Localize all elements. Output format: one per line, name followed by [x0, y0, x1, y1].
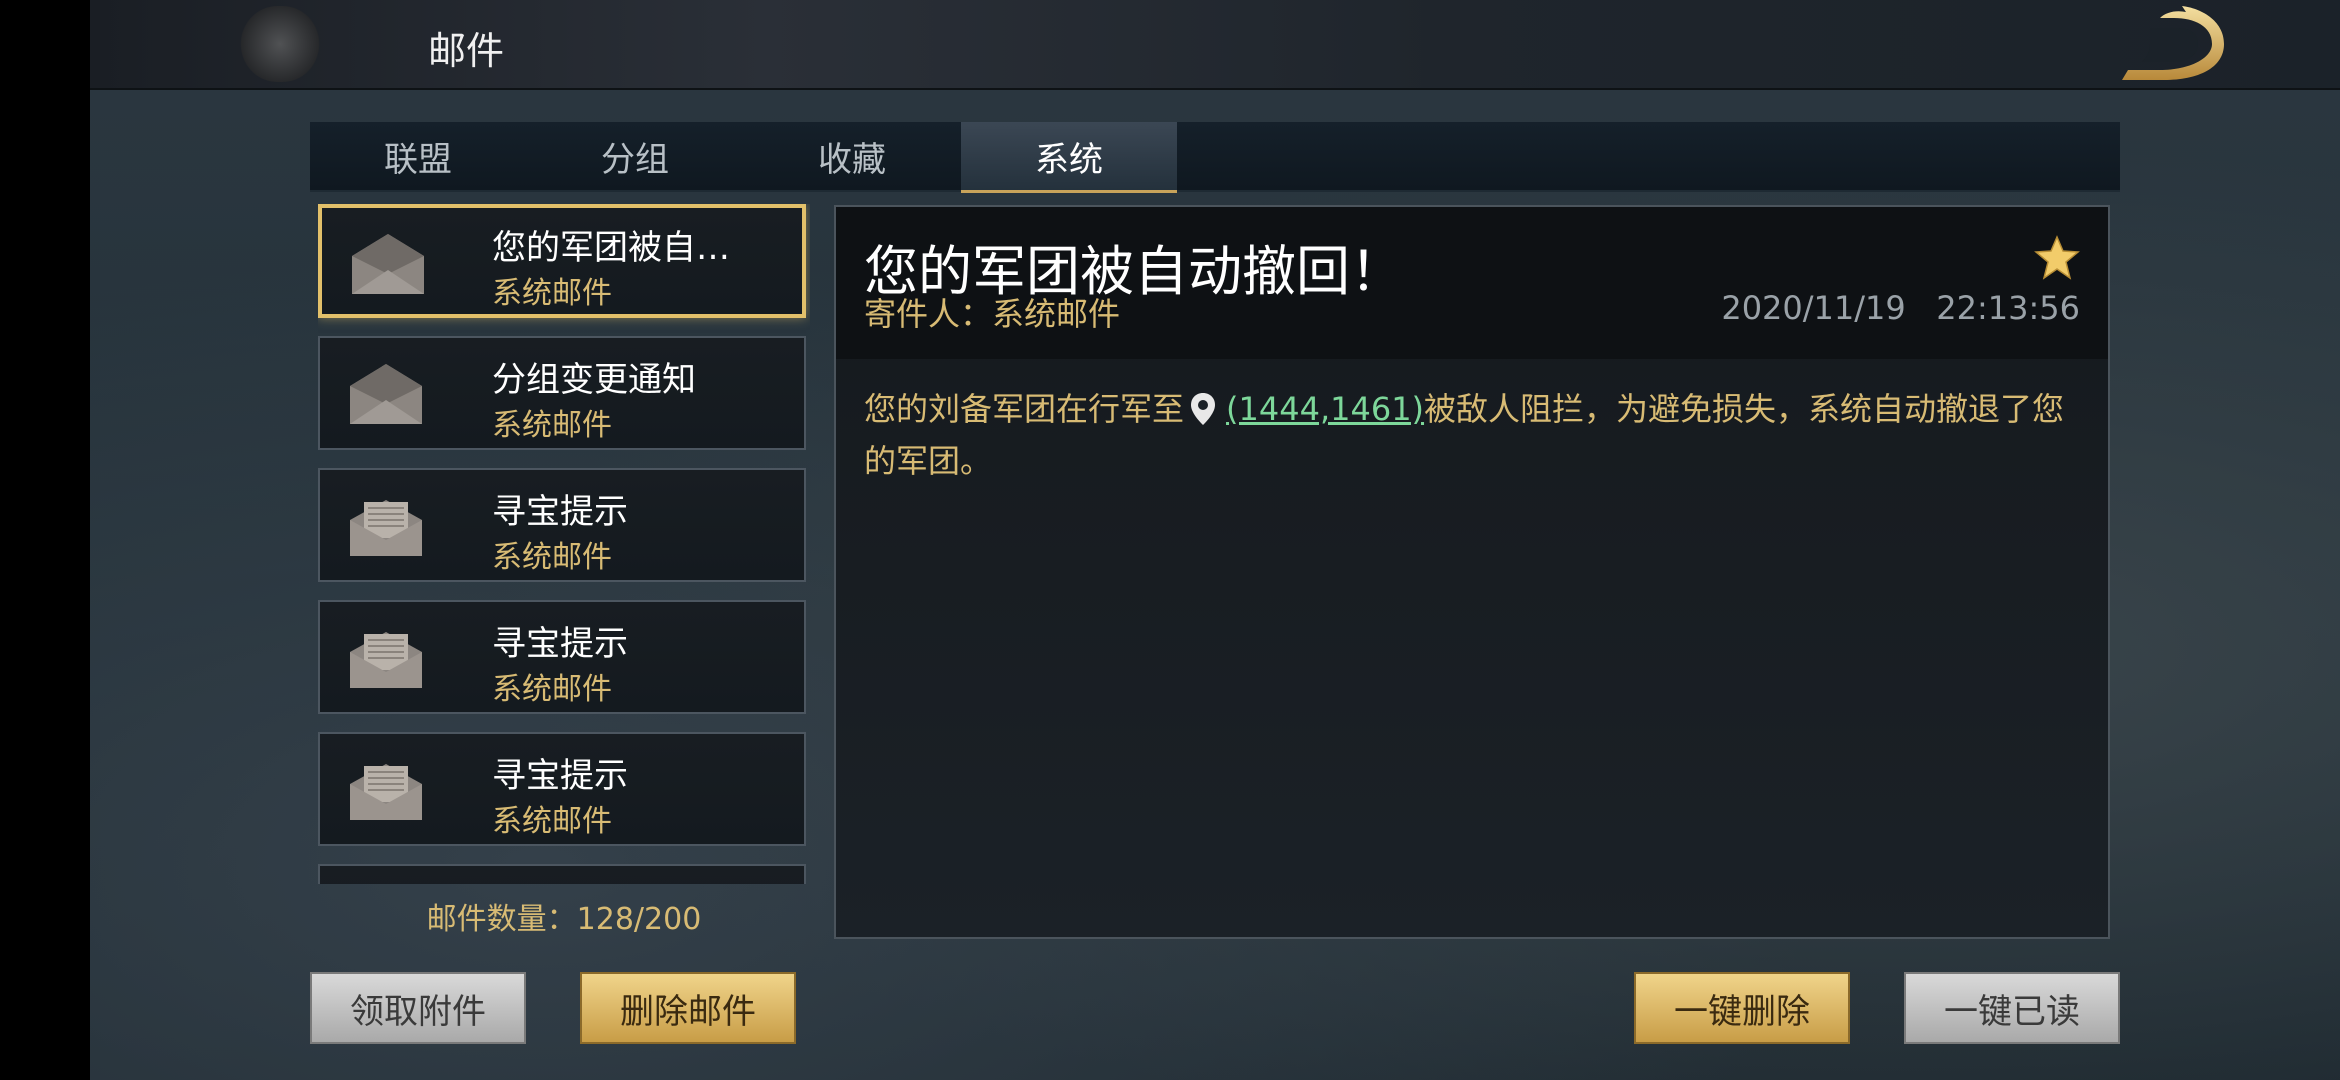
mail-tabs: 联盟 分组 收藏 系统: [310, 122, 2120, 193]
location-pin-icon: [1191, 393, 1216, 425]
open-envelope-icon: [350, 364, 422, 424]
tab-group[interactable]: 分组: [527, 122, 743, 190]
mail-detail-datetime: 2020/11/19 22:13:56: [1721, 289, 2080, 327]
mail-date: 2020/11/19: [1721, 289, 1906, 327]
mail-item[interactable]: 您的军团被自… 系统邮件: [318, 204, 806, 318]
mail-detail-body: 您的刘备军团在行军至 (1444,1461)被敌人阻拦，为避免损失，系统自动撤退…: [864, 383, 2084, 487]
mail-item[interactable]: 寻宝提示 系统邮件: [318, 600, 806, 714]
mail-detail-sender: 寄件人：系统邮件: [864, 295, 1121, 333]
left-black-bar: [0, 0, 90, 1080]
dragon-logo-icon[interactable]: [2120, 6, 2230, 82]
mail-sender: 系统邮件: [492, 804, 612, 839]
mail-detail-header: 您的军团被自动撤回！ 寄件人：系统邮件 2020/11/19 22:13:56: [836, 207, 2108, 359]
mail-title: 您的军团被自…: [492, 228, 730, 268]
mail-sender: 系统邮件: [492, 276, 612, 311]
tab-system[interactable]: 系统: [961, 122, 1177, 193]
star-icon[interactable]: [2034, 235, 2080, 281]
mail-item-partial[interactable]: [318, 864, 806, 884]
mail-list[interactable]: 您的军团被自… 系统邮件 分组变更通知 系统邮件 寻宝提示 系统邮件 寻宝提示 …: [318, 204, 810, 884]
tab-alliance[interactable]: 联盟: [310, 122, 526, 190]
mail-count: 邮件数量：128/200: [426, 902, 702, 937]
mail-item[interactable]: 分组变更通知 系统邮件: [318, 336, 806, 450]
mail-item[interactable]: 寻宝提示 系统邮件: [318, 732, 806, 846]
header-emblem: [240, 6, 320, 82]
mail-detail-panel: 您的军团被自动撤回！ 寄件人：系统邮件 2020/11/19 22:13:56 …: [834, 205, 2110, 939]
mail-title: 寻宝提示: [492, 492, 628, 532]
delete-all-button[interactable]: 一键删除: [1634, 972, 1850, 1044]
mail-sender: 系统邮件: [492, 672, 612, 707]
envelope-with-letter-icon: [350, 764, 422, 820]
read-all-button[interactable]: 一键已读: [1904, 972, 2120, 1044]
envelope-with-letter-icon: [350, 632, 422, 688]
page-title: 邮件: [428, 29, 505, 73]
mail-body-text-before: 您的刘备军团在行军至: [864, 390, 1185, 428]
tab-favorites[interactable]: 收藏: [744, 122, 960, 190]
claim-attachments-button[interactable]: 领取附件: [310, 972, 526, 1044]
mail-time: 22:13:56: [1936, 289, 2080, 327]
mail-title: 分组变更通知: [492, 360, 696, 400]
top-header: 邮件: [90, 0, 2340, 90]
mail-title: 寻宝提示: [492, 756, 628, 796]
delete-mail-button[interactable]: 删除邮件: [580, 972, 796, 1044]
mail-item[interactable]: 寻宝提示 系统邮件: [318, 468, 806, 582]
mail-sender: 系统邮件: [492, 540, 612, 575]
open-envelope-icon: [352, 234, 424, 294]
mail-title: 寻宝提示: [492, 624, 628, 664]
envelope-with-letter-icon: [350, 500, 422, 556]
coordinate-link[interactable]: (1444,1461): [1226, 390, 1424, 428]
mail-sender: 系统邮件: [492, 408, 612, 443]
